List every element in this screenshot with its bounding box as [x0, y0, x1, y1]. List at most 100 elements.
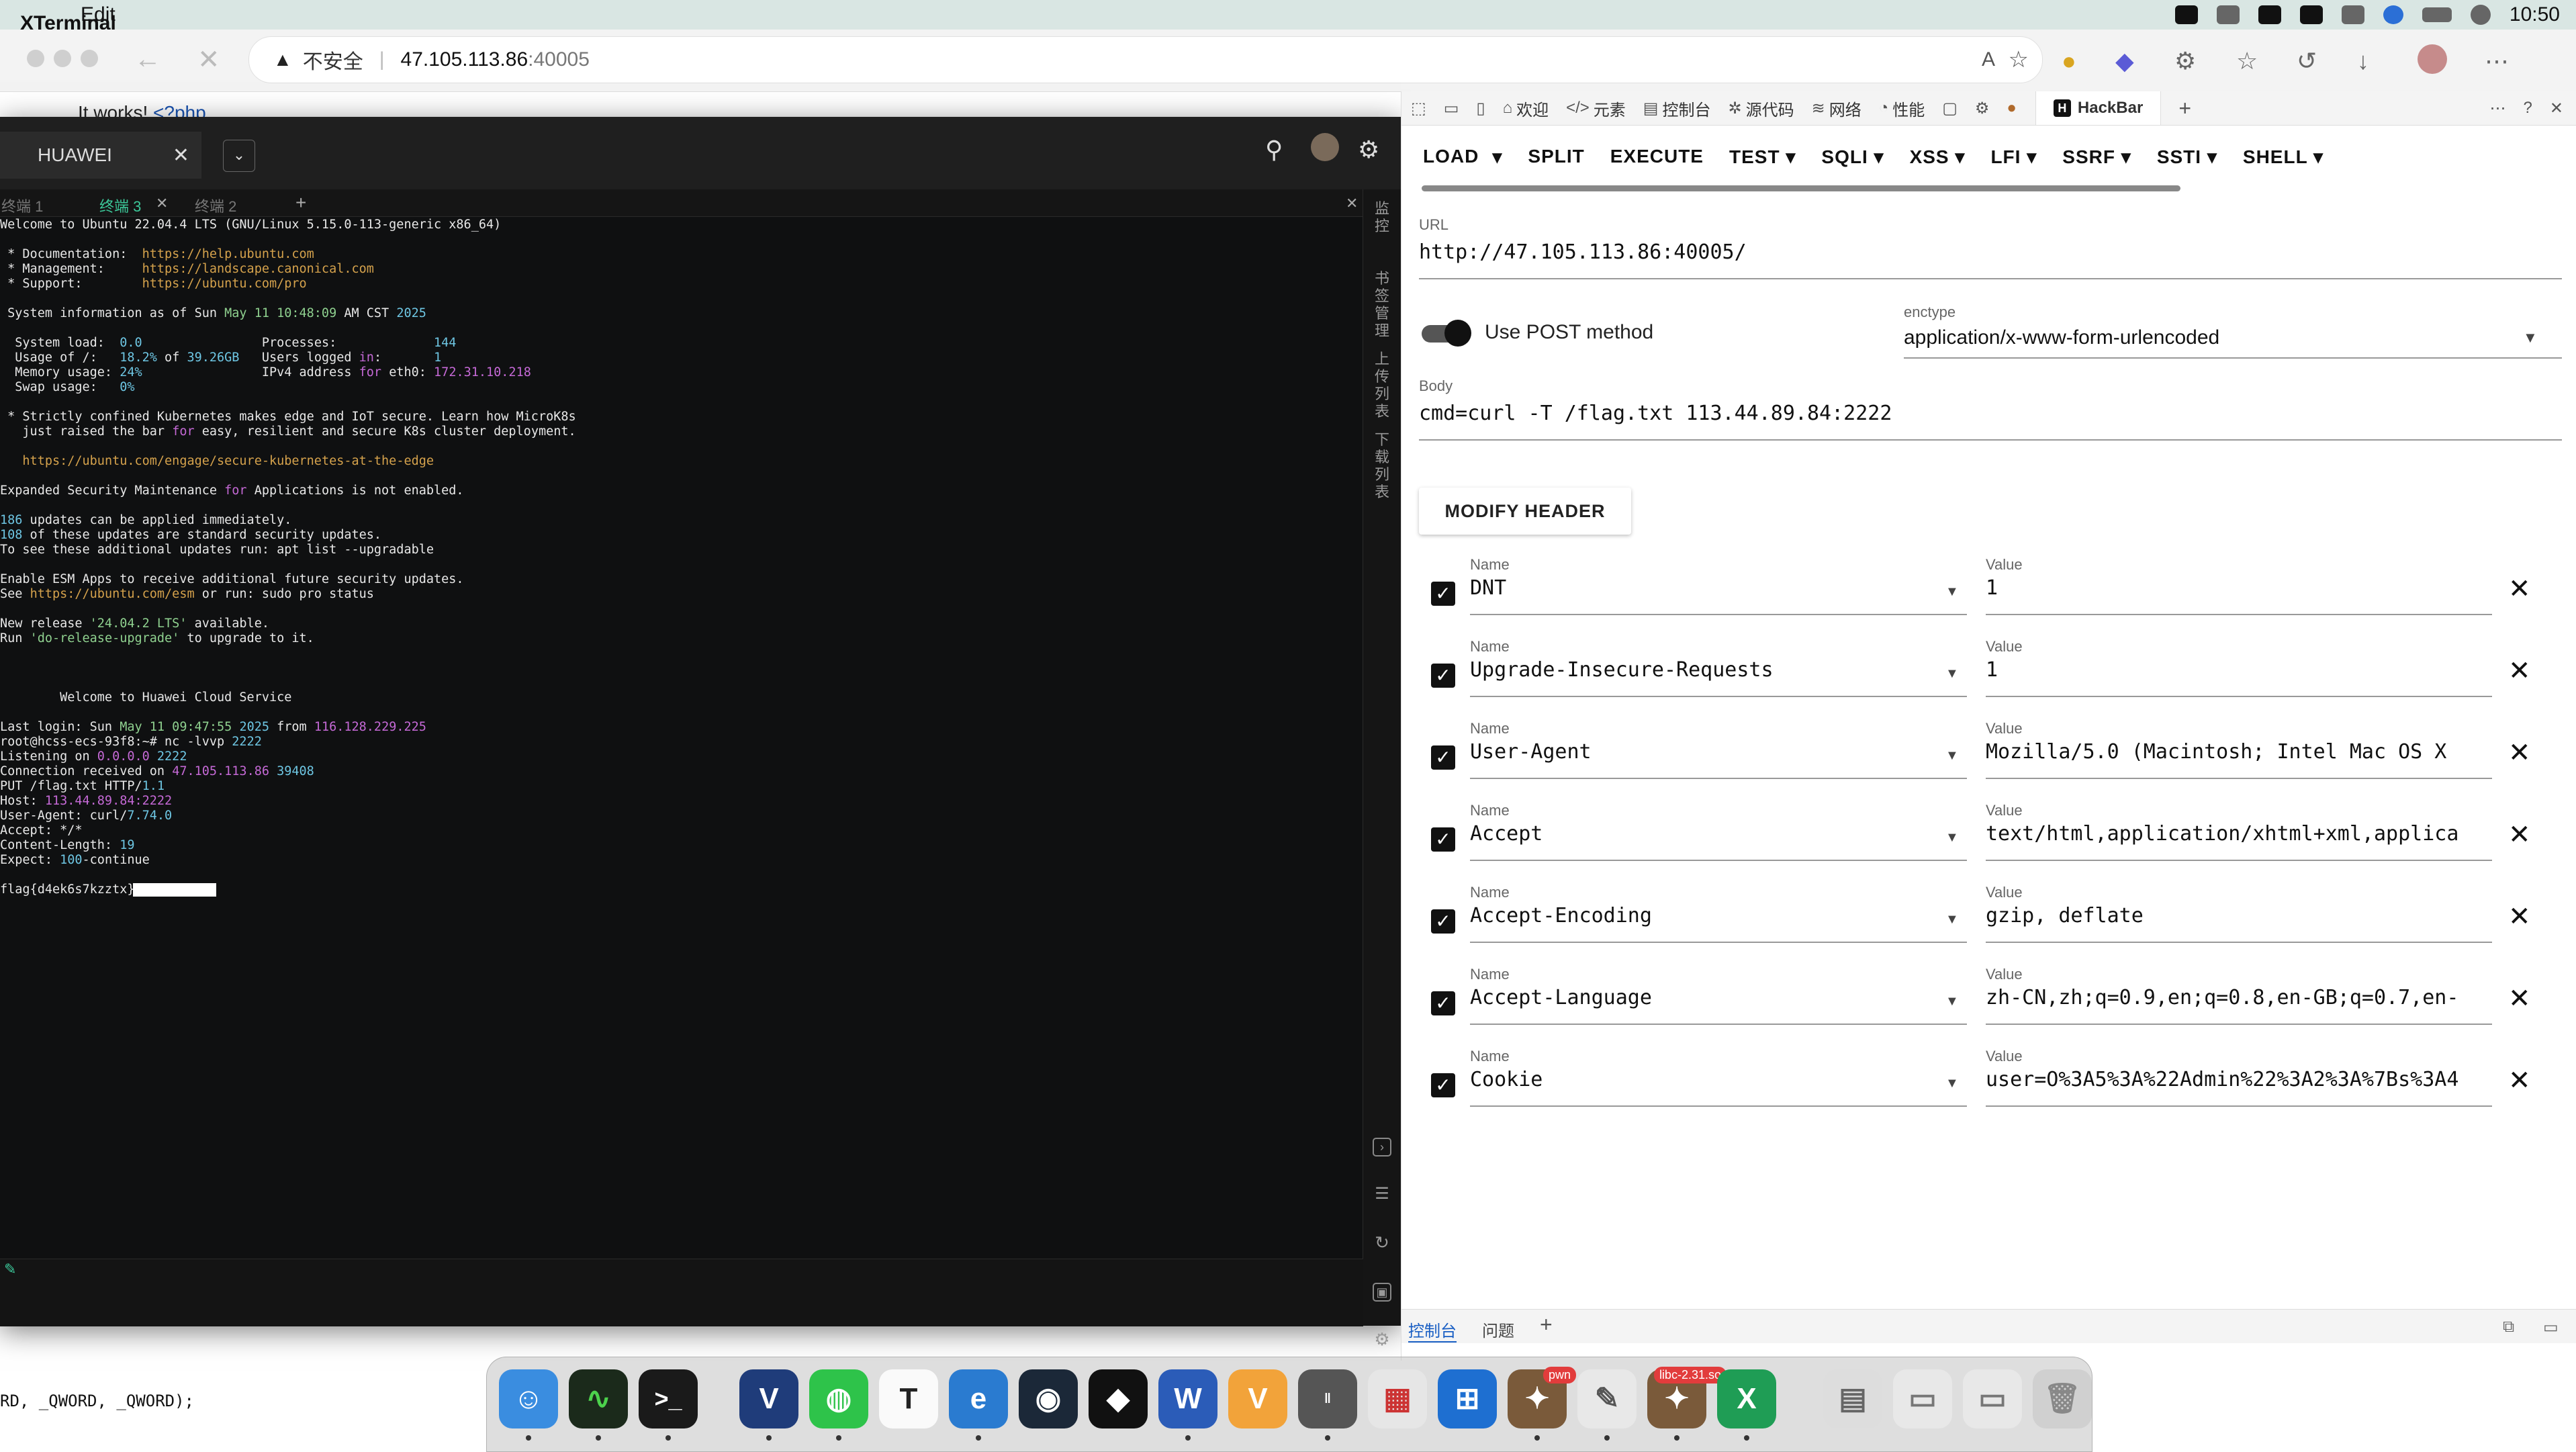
parallels-control-icon[interactable]: ▦: [1368, 1369, 1427, 1428]
save-icon[interactable]: ▣: [1373, 1283, 1391, 1302]
help-icon[interactable]: ?: [2524, 99, 2532, 118]
tab-sources[interactable]: ✲ 源代码: [1728, 97, 1794, 120]
header-value-input[interactable]: Mozilla/5.0 (Macintosh; Intel Mac OS X: [1986, 740, 2491, 764]
window-close-button[interactable]: [27, 50, 44, 67]
header-enabled-checkbox[interactable]: ✓: [1431, 1073, 1455, 1097]
test-menu[interactable]: TEST ▾: [1729, 146, 1796, 168]
recent-files-icon[interactable]: ▭: [1963, 1369, 2022, 1428]
delete-header-icon[interactable]: ✕: [2508, 1065, 2531, 1096]
more-menu-icon[interactable]: ⋯: [2485, 47, 2509, 75]
history-icon[interactable]: ↺: [2297, 47, 2317, 75]
vpn-app-icon[interactable]: V: [739, 1369, 798, 1428]
subtab-terminal-1[interactable]: 终端 1: [1, 195, 43, 216]
search-icon[interactable]: ⚲: [1265, 136, 1283, 164]
tab-welcome[interactable]: ⌂ 欢迎: [1503, 97, 1549, 120]
settings-gear-icon[interactable]: ⚙: [1975, 99, 1990, 118]
xss-menu[interactable]: XSS ▾: [1910, 146, 1966, 168]
chevron-down-icon[interactable]: ▼: [1945, 912, 1959, 927]
close-icon[interactable]: ✕: [173, 144, 189, 167]
load-dropdown-caret-icon[interactable]: ▾: [1492, 146, 1502, 168]
sqli-menu[interactable]: SQLI ▾: [1821, 146, 1884, 168]
vpn-status-icon[interactable]: [2383, 5, 2403, 24]
activity-monitor-icon[interactable]: ∿: [569, 1369, 628, 1428]
header-enabled-checkbox[interactable]: ✓: [1431, 745, 1455, 770]
chevron-down-icon[interactable]: ▼: [1945, 584, 1959, 600]
settings-icon[interactable]: ⚙: [1373, 1330, 1391, 1350]
screen-status-icon[interactable]: [2216, 5, 2240, 24]
download-icon[interactable]: ↓: [2357, 47, 2369, 75]
tab-elements[interactable]: </> 元素: [1566, 97, 1626, 120]
delete-header-icon[interactable]: ✕: [2508, 819, 2531, 850]
ssrf-menu[interactable]: SSRF ▾: [2062, 146, 2131, 168]
stop-loading-icon[interactable]: ✕: [197, 44, 220, 75]
ssti-menu[interactable]: SSTI ▾: [2157, 146, 2217, 168]
header-value-input[interactable]: user=O%3A5%3A%22Admin%22%3A2%3A%7Bs%3A4: [1986, 1068, 2491, 1091]
chevron-down-icon[interactable]: ▼: [1945, 666, 1959, 682]
header-name-input[interactable]: Accept-Encoding: [1470, 904, 1900, 927]
sidebar-label-bookmarks[interactable]: 书签管理: [1373, 270, 1391, 340]
header-name-input[interactable]: Upgrade-Insecure-Requests: [1470, 658, 1900, 682]
application-icon[interactable]: ▢: [1942, 99, 1958, 118]
ida-libc-icon[interactable]: ✦ libc-2.31.so: [1647, 1367, 1727, 1428]
header-name-input[interactable]: DNT: [1470, 576, 1900, 600]
terminal-input-bar[interactable]: ✎: [0, 1259, 1363, 1326]
sidebar-label-downloads[interactable]: 下载列表: [1373, 431, 1391, 501]
chevron-down-icon[interactable]: ▼: [1945, 748, 1959, 764]
drawer-tab-console[interactable]: 控制台: [1408, 1318, 1457, 1343]
preview-icon[interactable]: ▤: [1823, 1369, 1882, 1428]
menubar-clock[interactable]: 10:50: [2510, 3, 2560, 26]
header-enabled-checkbox[interactable]: ✓: [1431, 664, 1455, 688]
session-tab[interactable]: HUAWEI ✕: [0, 132, 201, 179]
textedit-icon[interactable]: ✎: [1577, 1369, 1637, 1428]
favorite-star-icon[interactable]: ☆: [2009, 46, 2029, 73]
dock-icon[interactable]: ▯: [1476, 99, 1485, 118]
address-bar[interactable]: ▲ 不安全 | 47.105.113.86 :40005 A ☆: [248, 36, 2043, 83]
parallels-icon[interactable]: ‖: [1298, 1369, 1357, 1428]
excel-icon[interactable]: X: [1717, 1369, 1776, 1428]
add-tab-icon[interactable]: +: [295, 192, 306, 214]
header-name-input[interactable]: User-Agent: [1470, 740, 1900, 764]
gear-icon[interactable]: ⚙: [1358, 136, 1379, 164]
pen-icon[interactable]: ✎: [4, 1261, 16, 1278]
inspect-icon[interactable]: ⬚: [1411, 99, 1426, 118]
device-icon[interactable]: ▭: [1444, 99, 1459, 118]
header-name-input[interactable]: Accept: [1470, 822, 1900, 846]
header-value-input[interactable]: zh-CN,zh;q=0.9,en;q=0.8,en-GB;q=0.7,en-: [1986, 986, 2491, 1009]
chevron-down-icon[interactable]: ▼: [1945, 994, 1959, 1009]
header-enabled-checkbox[interactable]: ✓: [1431, 582, 1455, 606]
steam-icon[interactable]: ◉: [1019, 1369, 1078, 1428]
extension-icon[interactable]: ●: [2062, 47, 2076, 75]
close-icon[interactable]: ✕: [156, 195, 168, 212]
window-zoom-button[interactable]: [81, 50, 98, 67]
tab-network[interactable]: ≋ 网络: [1812, 97, 1861, 120]
close-icon[interactable]: ✕: [1346, 195, 1358, 212]
chevron-down-icon[interactable]: ▼: [2523, 329, 2538, 347]
url-input[interactable]: http://47.105.113.86:40005/: [1419, 240, 2534, 264]
drawer-tab-issues[interactable]: 问题: [1482, 1318, 1514, 1341]
lfi-menu[interactable]: LFI ▾: [1990, 146, 2037, 168]
vectorizer-icon[interactable]: V: [1228, 1369, 1287, 1428]
execute-button[interactable]: EXECUTE: [1610, 146, 1704, 167]
list-icon[interactable]: ☰: [1373, 1186, 1391, 1205]
header-value-input[interactable]: 1: [1986, 576, 2491, 600]
terminal-icon[interactable]: ›: [1373, 1138, 1391, 1156]
user-avatar[interactable]: [1311, 133, 1339, 161]
undock-icon[interactable]: ⧉: [2503, 1318, 2514, 1336]
back-arrow-icon[interactable]: ←: [134, 44, 161, 75]
refresh-icon[interactable]: ↻: [1373, 1234, 1391, 1253]
read-aloud-icon[interactable]: A: [1982, 48, 1995, 71]
trash-icon[interactable]: 🗑: [2033, 1369, 2092, 1428]
delete-header-icon[interactable]: ✕: [2508, 983, 2531, 1014]
profile-avatar[interactable]: [2418, 44, 2447, 74]
favorites-icon[interactable]: ☆: [2236, 47, 2258, 75]
close-devtools-icon[interactable]: ✕: [2550, 99, 2563, 118]
edit-status-icon[interactable]: [2299, 5, 2323, 24]
extensions-icon[interactable]: ⚙: [2174, 47, 2196, 75]
recent-docs-icon[interactable]: ▭: [1893, 1369, 1952, 1428]
header-name-input[interactable]: Accept-Language: [1470, 986, 1900, 1009]
terminal-app-icon[interactable]: >_: [639, 1369, 698, 1428]
control-center-icon[interactable]: [2470, 5, 2491, 25]
delete-header-icon[interactable]: ✕: [2508, 655, 2531, 686]
tab-hackbar[interactable]: H HackBar: [2035, 91, 2162, 125]
wechat-status-icon[interactable]: [2258, 5, 2281, 24]
